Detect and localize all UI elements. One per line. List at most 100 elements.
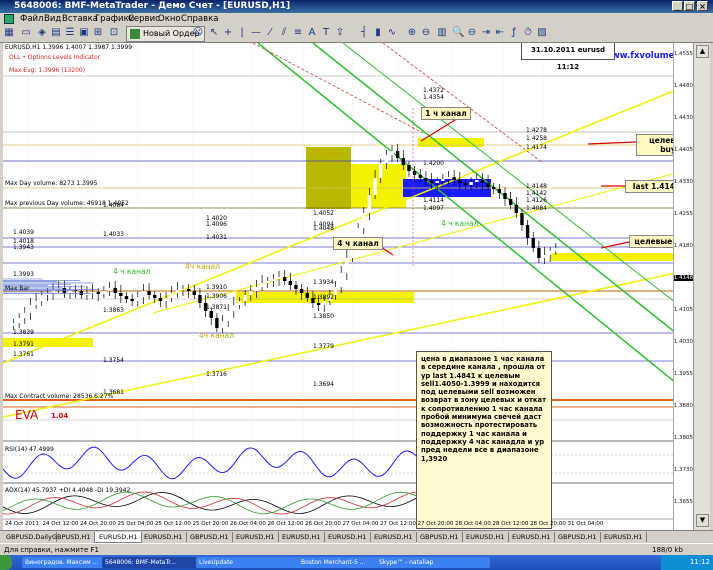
candle-body <box>322 301 326 305</box>
expert-advisors-icon[interactable]: ☺ <box>192 27 204 39</box>
fibo-icon[interactable]: ≡ <box>292 27 304 39</box>
chart-tab-14[interactable]: EURUSD,H1 <box>600 532 648 542</box>
channel-icon[interactable]: ⫽ <box>278 27 290 39</box>
candle-body <box>362 213 366 228</box>
scroll-up-icon[interactable]: ▲ <box>696 45 709 58</box>
price-label-10: 1.4030 <box>673 339 693 345</box>
templates-icon[interactable]: ▧ <box>536 27 548 39</box>
crosshair-icon[interactable]: + <box>222 27 234 39</box>
header-red-2: Max Evg: 1.3996 (13200) <box>9 67 86 74</box>
time-label-10: 27 Oct 04:00 <box>342 521 379 527</box>
zoom-icon[interactable]: 🔍 <box>452 27 464 39</box>
minimize-button[interactable]: _ <box>672 1 683 11</box>
symbol-header: EURUSD,H1 1.3996 1.4007 1.3987 1.3999 <box>5 44 133 51</box>
chart-tab-2[interactable]: GBPUSD,H1 <box>48 532 96 542</box>
level-label-1: 1.4372 <box>423 87 444 94</box>
start-button[interactable] <box>0 555 12 570</box>
menu-file[interactable]: Файл <box>20 14 43 24</box>
new-chart-icon[interactable]: ▦ <box>3 27 15 39</box>
chart-tab-4[interactable]: EURUSD,H1 <box>140 532 188 542</box>
taskbar-item-2[interactable]: 5648006: BMF-MetaTr... <box>102 557 198 568</box>
tile-windows-icon[interactable]: ▥ <box>436 27 448 39</box>
data-window-icon[interactable]: ▤ <box>50 27 62 39</box>
scroll-down-icon[interactable]: ▼ <box>696 514 709 527</box>
candle-body <box>503 193 507 199</box>
profiles-icon[interactable]: ▭ <box>20 27 32 39</box>
chart-tab-13[interactable]: GBPUSD,H1 <box>554 532 602 542</box>
menu-window[interactable]: Окно <box>158 14 181 24</box>
candle-body <box>198 295 202 303</box>
autoscroll-icon[interactable]: ⇥ <box>480 27 492 39</box>
strategy-tester-icon[interactable]: ⊞ <box>92 27 104 39</box>
horizontal-line-icon[interactable]: — <box>250 27 262 39</box>
bar-chart-icon[interactable]: ┤ <box>358 27 370 39</box>
candle-body <box>407 165 411 171</box>
chart-tab-12[interactable]: EURUSD,H1 <box>508 532 556 542</box>
taskbar-item-4[interactable] <box>254 557 300 568</box>
maximize-button[interactable]: □ <box>684 1 695 11</box>
menu-bar: Файл Вид Вставка Графики Сервис Окно Спр… <box>0 13 713 25</box>
text-icon[interactable]: A <box>306 27 318 39</box>
close-button[interactable]: × <box>697 1 708 11</box>
chart-tab-9[interactable]: EURUSD,H1 <box>370 532 418 542</box>
last-price-tag: 1.4148 <box>673 275 693 281</box>
chart-tab-10[interactable]: GBPUSD,H1 <box>416 532 464 542</box>
taskbar-item-1[interactable]: Виноградов. Максим ... <box>22 557 104 568</box>
candle-body <box>136 297 140 301</box>
terminal-icon[interactable]: ▣ <box>78 27 90 39</box>
vertical-line-icon[interactable]: | <box>236 27 248 39</box>
chart-tab-5[interactable]: GBPUSD,H1 <box>186 532 234 542</box>
time-label-15: 28 Oct 20:00 <box>530 521 566 527</box>
max-bar-label: Max Bar <box>5 285 30 292</box>
line-chart-icon[interactable]: ∿ <box>386 27 398 39</box>
candle-body <box>305 293 309 298</box>
taskbar-item-3[interactable]: LiveUpdate <box>196 557 256 568</box>
history-icon[interactable]: ⊡ <box>108 27 120 39</box>
time-label-3: 24 Oct 20:00 <box>80 521 116 527</box>
taskbar-item-7[interactable] <box>444 557 490 568</box>
chart-window[interactable]: EURUSD,H1 1.3996 1.4007 1.3987 1.3999 OL… <box>3 43 693 530</box>
label-icon[interactable]: T <box>320 27 332 39</box>
zoom-minus-icon[interactable]: ⊖ <box>466 27 478 39</box>
date-box-time: 31.10 <box>530 46 554 54</box>
candle-body <box>254 287 259 291</box>
zoom-out-icon[interactable]: ⊖ <box>420 27 432 39</box>
indicators-icon[interactable]: ƒ <box>508 27 520 39</box>
taskbar-item-6[interactable]: Skype™ - nataliap <box>376 557 446 568</box>
trendline-icon[interactable]: ⁄ <box>264 27 276 39</box>
chart-tab-11[interactable]: EURUSD,H1 <box>462 532 510 542</box>
candle-body <box>119 293 123 296</box>
candle-body <box>548 251 552 255</box>
price-label-6: 1.4255 <box>673 211 693 217</box>
time-label-2: 24 Oct 12:00 <box>42 521 79 527</box>
candle-body <box>463 183 468 185</box>
time-label-4: 25 Oct 04:00 <box>117 521 154 527</box>
menu-help[interactable]: Справка <box>181 14 218 24</box>
taskbar-item-5[interactable]: Boston Merchant-5 ... <box>298 557 378 568</box>
volume-zone-yellow-1 <box>351 164 406 208</box>
candle-body <box>418 175 422 178</box>
candle-body <box>542 255 547 258</box>
menu-view[interactable]: Вид <box>44 14 61 24</box>
chart-tab-7[interactable]: EURUSD,H1 <box>278 532 326 542</box>
periods-icon[interactable]: ⏱ <box>522 27 534 39</box>
price-label-4: 1.4405 <box>673 147 693 153</box>
arrows-icon[interactable]: ⇪ <box>334 27 346 39</box>
vertical-scrollbar[interactable]: ▲ ▼ <box>693 43 710 530</box>
price-chart[interactable] <box>3 43 693 530</box>
chart-tab-8[interactable]: EURUSD,H1 <box>324 532 372 542</box>
zoom-in-icon[interactable]: ⊕ <box>406 27 418 39</box>
candle-body <box>531 238 535 248</box>
menu-tools[interactable]: Сервис <box>128 14 160 24</box>
menu-insert[interactable]: Вставка <box>62 14 98 24</box>
candles-icon[interactable]: ▮ <box>372 27 384 39</box>
time-label-12: 27 Oct 20:00 <box>417 521 454 527</box>
cursor-icon[interactable]: ↖ <box>208 27 220 39</box>
candle-body <box>395 151 400 158</box>
market-watch-icon[interactable]: ◈ <box>36 27 48 39</box>
level-label-4: 1.4258 <box>526 135 547 142</box>
chart-shift-icon[interactable]: ⇤ <box>494 27 506 39</box>
chart-tab-3[interactable]: EURUSD,H1 <box>94 532 143 543</box>
chart-tab-6[interactable]: EURUSD,H1 <box>232 532 280 542</box>
navigator-icon[interactable]: ☰ <box>64 27 76 39</box>
